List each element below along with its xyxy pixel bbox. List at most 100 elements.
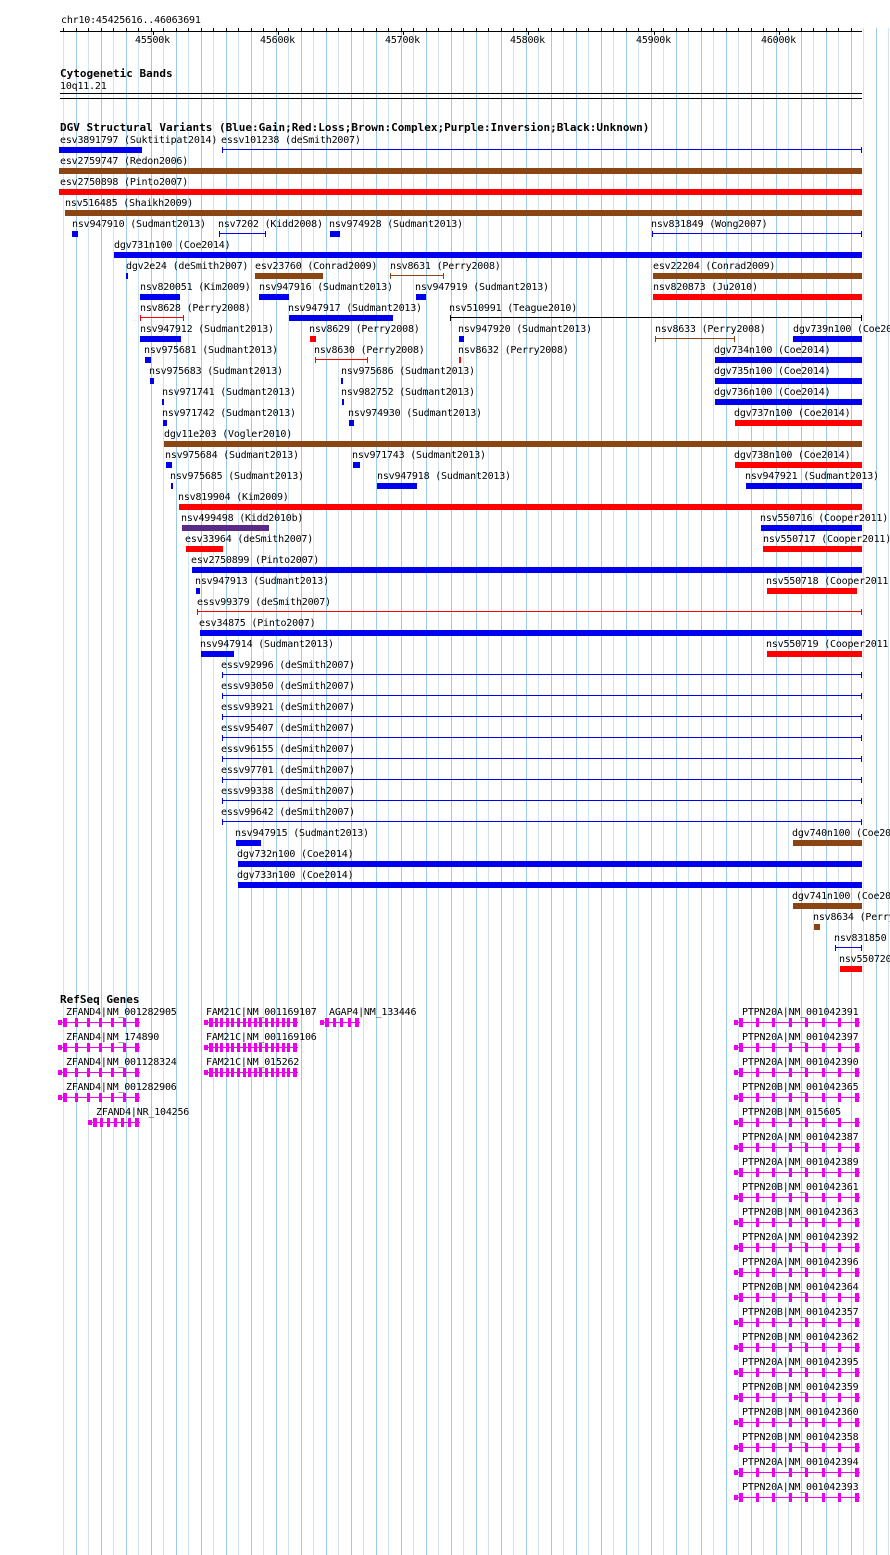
sv-feature-label[interactable]: nsv8630 (Perry2008): [314, 345, 425, 356]
dgv-track-title[interactable]: DGV Structural Variants (Blue:Gain;Red:L…: [60, 122, 649, 134]
sv-feature-label[interactable]: nsv947912 (Sudmant2013): [140, 324, 274, 335]
sv-feature-label[interactable]: nsv947918 (Sudmant2013): [377, 471, 511, 482]
sv-feature-bar[interactable]: [186, 546, 223, 552]
gene-exon[interactable]: [99, 1018, 102, 1027]
gene-exon[interactable]: [739, 1043, 743, 1052]
sv-feature-label[interactable]: esv23760 (Conrad2009): [255, 261, 377, 272]
gene-exon[interactable]: [789, 1093, 792, 1102]
gene-exon[interactable]: [789, 1268, 792, 1277]
gene-exon[interactable]: [87, 1043, 90, 1052]
gene-label[interactable]: PTPN20A|NM_001042387: [742, 1132, 859, 1143]
sv-feature-bar[interactable]: [164, 441, 862, 447]
gene-exon[interactable]: [822, 1443, 825, 1452]
sv-feature-line[interactable]: [140, 317, 184, 318]
sv-feature-label[interactable]: essv93921 (deSmith2007): [221, 702, 355, 713]
gene-exon[interactable]: [756, 1468, 759, 1477]
sv-feature-bar[interactable]: [767, 588, 857, 594]
gene-exon[interactable]: [838, 1443, 841, 1452]
gene-label[interactable]: PTPN20B|NM_001042358: [742, 1432, 859, 1443]
sv-feature-tick[interactable]: [341, 378, 343, 384]
sv-feature-label[interactable]: nsv974928 (Sudmant2013): [329, 219, 463, 230]
gene-exon[interactable]: [276, 1018, 279, 1027]
sv-feature-label[interactable]: nsv947920 (Sudmant2013): [458, 324, 592, 335]
gene-exon[interactable]: [99, 1093, 102, 1102]
gene-exon[interactable]: [805, 1093, 808, 1102]
sv-feature-label[interactable]: nsv8632 (Perry2008): [458, 345, 569, 356]
sv-feature-label[interactable]: nsv975684 (Sudmant2013): [165, 450, 299, 461]
gene-exon[interactable]: [789, 1043, 792, 1052]
sv-feature-bar[interactable]: [763, 546, 862, 552]
gene-label[interactable]: PTPN20B|NM_001042359: [742, 1382, 859, 1393]
gene-exon[interactable]: [855, 1018, 859, 1027]
sv-feature-label[interactable]: esv2759747 (Redon2006): [60, 156, 188, 167]
sv-feature-label[interactable]: nsv831850: [834, 933, 887, 944]
sv-feature-label[interactable]: nsv971742 (Sudmant2013): [162, 408, 296, 419]
gene-label[interactable]: PTPN20B|NM_015605: [742, 1107, 841, 1118]
gene-exon[interactable]: [756, 1393, 759, 1402]
gene-label[interactable]: PTPN20B|NM_001042364: [742, 1282, 859, 1293]
gene-exon[interactable]: [739, 1468, 743, 1477]
sv-feature-label[interactable]: nsv8634 (Perry2008): [813, 912, 890, 923]
sv-feature-label[interactable]: nsv510991 (Teague2010): [449, 303, 577, 314]
gene-exon[interactable]: [822, 1193, 825, 1202]
gene-exon[interactable]: [271, 1018, 274, 1027]
gene-exon[interactable]: [220, 1043, 223, 1052]
gene-exon[interactable]: [756, 1143, 759, 1152]
gene-exon[interactable]: [739, 1243, 743, 1252]
gene-exon[interactable]: [855, 1393, 859, 1402]
sv-feature-label[interactable]: essv92996 (deSmith2007): [221, 660, 355, 671]
sv-feature-label[interactable]: nsv550720: [839, 954, 890, 965]
gene-exon[interactable]: [123, 1068, 126, 1077]
gene-exon[interactable]: [259, 1018, 262, 1027]
sv-feature-bar[interactable]: [192, 567, 862, 573]
gene-exon[interactable]: [265, 1043, 268, 1052]
sv-feature-bar[interactable]: [200, 630, 862, 636]
gene-exon[interactable]: [838, 1343, 841, 1352]
sv-feature-bar[interactable]: [715, 357, 862, 363]
gene-exon[interactable]: [772, 1393, 775, 1402]
gene-exon[interactable]: [739, 1093, 743, 1102]
sv-feature-bar[interactable]: [238, 882, 862, 888]
sv-feature-label[interactable]: nsv975683 (Sudmant2013): [149, 366, 283, 377]
sv-feature-label[interactable]: nsv8628 (Perry2008): [140, 303, 251, 314]
sv-feature-bar[interactable]: [145, 357, 151, 363]
gene-exon[interactable]: [128, 1118, 131, 1127]
gene-label[interactable]: PTPN20B|NM_001042363: [742, 1207, 859, 1218]
sv-feature-tick[interactable]: [310, 336, 316, 342]
gene-exon[interactable]: [772, 1468, 775, 1477]
sv-feature-label[interactable]: dgv731n100 (Coe2014): [114, 240, 231, 251]
gene-exon[interactable]: [135, 1093, 139, 1102]
sv-feature-label[interactable]: nsv820051 (Kim2009): [140, 282, 251, 293]
gene-label[interactable]: PTPN20B|NM_001042360: [742, 1407, 859, 1418]
sv-feature-line[interactable]: [655, 338, 735, 339]
sv-feature-bar[interactable]: [349, 420, 354, 426]
gene-exon[interactable]: [220, 1068, 223, 1077]
gene-exon[interactable]: [226, 1068, 229, 1077]
gene-exon[interactable]: [231, 1068, 234, 1077]
gene-exon[interactable]: [75, 1068, 78, 1077]
gene-exon[interactable]: [822, 1218, 825, 1227]
sv-feature-line[interactable]: [222, 737, 862, 738]
sv-feature-label[interactable]: dgv738n100 (Coe2014): [734, 450, 851, 461]
gene-exon[interactable]: [243, 1043, 246, 1052]
gene-exon[interactable]: [772, 1418, 775, 1427]
gene-exon[interactable]: [838, 1418, 841, 1427]
gene-exon[interactable]: [254, 1043, 257, 1052]
gene-exon[interactable]: [254, 1018, 257, 1027]
gene-exon[interactable]: [756, 1318, 759, 1327]
sv-feature-label[interactable]: nsv971741 (Sudmant2013): [162, 387, 296, 398]
sv-feature-label[interactable]: nsv947916 (Sudmant2013): [259, 282, 393, 293]
gene-exon[interactable]: [63, 1068, 67, 1077]
gene-exon[interactable]: [789, 1018, 792, 1027]
sv-feature-bar[interactable]: [182, 525, 269, 531]
sv-feature-line[interactable]: [222, 800, 862, 801]
gene-exon[interactable]: [838, 1193, 841, 1202]
gene-exon[interactable]: [855, 1093, 859, 1102]
gene-exon[interactable]: [287, 1068, 290, 1077]
gene-exon[interactable]: [276, 1068, 279, 1077]
sv-feature-bar[interactable]: [793, 336, 862, 342]
gene-exon[interactable]: [93, 1118, 97, 1127]
gene-exon[interactable]: [293, 1018, 297, 1027]
gene-label[interactable]: ZFAND4|NM_174890: [66, 1032, 159, 1043]
sv-feature-label[interactable]: nsv975686 (Sudmant2013): [341, 366, 475, 377]
